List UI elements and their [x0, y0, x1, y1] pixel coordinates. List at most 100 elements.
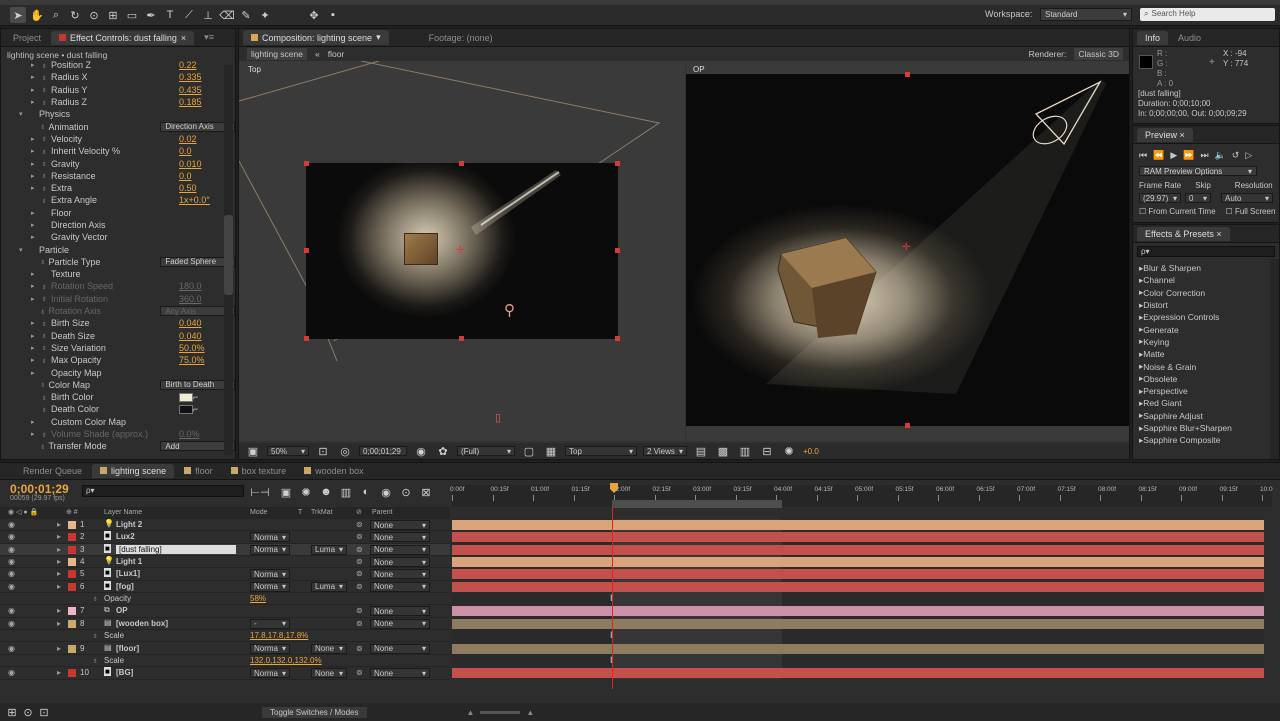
- effect-property-value[interactable]: 180.0: [179, 281, 202, 291]
- effect-property-value[interactable]: 75.0%: [179, 355, 205, 365]
- twirl-arrow-icon[interactable]: ▸: [57, 668, 61, 677]
- stopwatch-icon[interactable]: ♁: [41, 98, 51, 107]
- layer-name[interactable]: [fog]: [116, 582, 134, 591]
- twirl-arrow-icon[interactable]: ▸: [31, 160, 41, 168]
- camera-orbit-icon[interactable]: ⊙: [86, 7, 102, 23]
- auto-keyframe-icon[interactable]: ⊙: [398, 484, 414, 500]
- twirl-arrow-icon[interactable]: ▸: [31, 319, 41, 327]
- timeline-search-input[interactable]: ρ▾: [82, 485, 244, 497]
- layer-name[interactable]: Light 1: [116, 557, 142, 566]
- zoom-dropdown[interactable]: 50% ▾: [267, 446, 309, 456]
- trkmat-dropdown[interactable]: None ▾: [311, 643, 347, 654]
- effects-category-item[interactable]: ▸ Blur & Sharpen: [1133, 262, 1279, 274]
- first-frame-icon[interactable]: ⏮: [1139, 150, 1147, 161]
- stopwatch-icon[interactable]: ♁: [92, 594, 98, 603]
- effect-property-value[interactable]: 360.0: [179, 294, 202, 304]
- twirl-arrow-icon[interactable]: ▸: [57, 545, 61, 554]
- viewer-op[interactable]: OP ✛: [686, 61, 1129, 441]
- audio-icon[interactable]: 🔈: [1215, 150, 1226, 161]
- trkmat-dropdown[interactable]: Luma ▾: [311, 544, 347, 555]
- timeline-current-time[interactable]: 0;00;01;29: [10, 482, 69, 496]
- resolution-field[interactable]: Auto ▾: [1221, 193, 1273, 203]
- parent-pickwhip-icon[interactable]: ⊚: [356, 545, 363, 554]
- effects-category-item[interactable]: ▸ Channel: [1133, 274, 1279, 286]
- layer-label-color[interactable]: [68, 607, 76, 616]
- scrollbar[interactable]: [224, 65, 233, 455]
- tab-audio[interactable]: Audio: [1170, 31, 1209, 45]
- loop-icon[interactable]: ↺: [1232, 150, 1240, 161]
- twirl-arrow-icon[interactable]: ▸: [57, 644, 61, 653]
- layer-row[interactable]: ◉ ▸ 9 ▤ [floor] Norma ▾ None ▾ ⊚ None ▾: [0, 643, 450, 655]
- rotate-tool-icon[interactable]: ↻: [67, 7, 83, 23]
- parent-pickwhip-icon[interactable]: ⊚: [356, 619, 363, 628]
- layer-duration-bar[interactable]: [452, 520, 1264, 530]
- stopwatch-icon[interactable]: ♁: [41, 343, 51, 352]
- stopwatch-icon[interactable]: ♁: [92, 631, 98, 640]
- zoom-tool-icon[interactable]: ⌕: [48, 7, 64, 23]
- effect-property-value[interactable]: 0.185: [179, 97, 202, 107]
- tab-project[interactable]: Project: [5, 31, 49, 45]
- layer-row[interactable]: ◉ ▸ 3 ■ [dust falling] Norma ▾ Luma ▾ ⊚ None ▾: [0, 543, 450, 557]
- trkmat-dropdown[interactable]: Luma ▾: [311, 581, 347, 592]
- layer-duration-bar[interactable]: [452, 581, 1264, 592]
- effect-property-value[interactable]: 0.040: [179, 318, 202, 328]
- brainstorm-icon[interactable]: ◉: [378, 484, 394, 500]
- hand-tool-icon[interactable]: ✋: [29, 7, 45, 23]
- layer-label-color[interactable]: [68, 521, 76, 529]
- search-help-field[interactable]: ⌕ Search Help: [1140, 8, 1275, 21]
- layer-name[interactable]: [wooden box]: [116, 619, 168, 628]
- workspace-dropdown[interactable]: Standard ▾: [1040, 8, 1132, 21]
- frame-rate-field[interactable]: (29.97) ▾: [1139, 193, 1181, 203]
- mode-dropdown[interactable]: Norma ▾: [250, 544, 290, 555]
- parent-dropdown[interactable]: None ▾: [370, 606, 430, 617]
- parent-pickwhip-icon[interactable]: ⊚: [356, 557, 363, 566]
- breadcrumb-floor[interactable]: floor: [328, 49, 345, 59]
- effect-property-value[interactable]: 0.22: [179, 60, 197, 70]
- pen-tool-icon[interactable]: ✒: [143, 7, 159, 23]
- twirl-arrow-icon[interactable]: ▸: [31, 270, 41, 278]
- toggle-switches-modes-button[interactable]: Toggle Switches / Modes: [262, 706, 367, 718]
- effect-property-value[interactable]: 0.010: [179, 159, 202, 169]
- tab-effects-presets[interactable]: Effects & Presets ×: [1137, 226, 1230, 241]
- parent-dropdown[interactable]: None ▾: [370, 618, 430, 629]
- twirl-arrow-icon[interactable]: ▸: [31, 135, 41, 143]
- region-of-interest-icon[interactable]: ▢: [521, 443, 537, 459]
- timeline-tab[interactable]: floor: [176, 464, 221, 478]
- frame-blending-icon[interactable]: ▥: [338, 484, 354, 500]
- view-layout-dropdown[interactable]: 2 Views ▾: [643, 446, 687, 456]
- visibility-eye-icon[interactable]: ◉: [8, 545, 15, 554]
- zoom-out-icon[interactable]: ▲: [467, 708, 475, 717]
- stopwatch-icon[interactable]: ♁: [41, 184, 51, 193]
- twirl-arrow-icon[interactable]: ▸: [31, 221, 41, 229]
- twirl-arrow-icon[interactable]: ▸: [31, 86, 41, 94]
- visibility-eye-icon[interactable]: ◉: [8, 668, 15, 677]
- twirl-arrow-icon[interactable]: ▸: [31, 147, 41, 155]
- stopwatch-icon[interactable]: ♁: [41, 356, 51, 365]
- stopwatch-icon[interactable]: ♁: [41, 294, 51, 303]
- show-snapshot-icon[interactable]: ◉: [413, 443, 429, 459]
- safe-zones-icon[interactable]: ⊡: [315, 443, 331, 459]
- property-value[interactable]: 58%: [250, 594, 266, 603]
- renderer-value[interactable]: Classic 3D: [1074, 48, 1123, 60]
- effects-search-input[interactable]: ρ▾: [1137, 246, 1275, 257]
- layer-name[interactable]: [floor]: [116, 644, 139, 653]
- twirl-arrow-icon[interactable]: ▸: [31, 61, 41, 69]
- color-swatch[interactable]: [179, 392, 193, 402]
- layer-bar-area[interactable]: III: [452, 519, 1264, 679]
- layer-row[interactable]: ◉ ▸ 4 💡 Light 1 ⊚ None ▾: [0, 556, 450, 569]
- stopwatch-icon[interactable]: ♁: [41, 282, 51, 291]
- layer-row[interactable]: ◉ ▸ 1 💡 Light 2 ⊚ None ▾: [0, 519, 450, 532]
- parent-pickwhip-icon[interactable]: ⊚: [356, 569, 363, 578]
- tab-preview[interactable]: Preview ×: [1137, 127, 1193, 142]
- mode-dropdown[interactable]: Norma ▾: [250, 668, 290, 679]
- layer-property-row[interactable]: ♁ Scale 17.8,17.8,17.8%: [0, 630, 450, 643]
- tab-effect-controls[interactable]: Effect Controls: dust falling ×: [51, 30, 195, 45]
- layer-name[interactable]: [Lux1]: [116, 569, 140, 578]
- property-value[interactable]: 17.8,17.8,17.8%: [250, 631, 308, 640]
- expand-transfer-icon[interactable]: ⊙: [20, 704, 36, 720]
- expand-stretch-icon[interactable]: ⊡: [36, 704, 52, 720]
- parent-dropdown[interactable]: None ▾: [370, 581, 430, 592]
- parent-dropdown[interactable]: None ▾: [370, 532, 430, 543]
- twirl-arrow-icon[interactable]: ▸: [57, 520, 61, 529]
- effects-category-item[interactable]: ▸ Expression Controls: [1133, 311, 1279, 323]
